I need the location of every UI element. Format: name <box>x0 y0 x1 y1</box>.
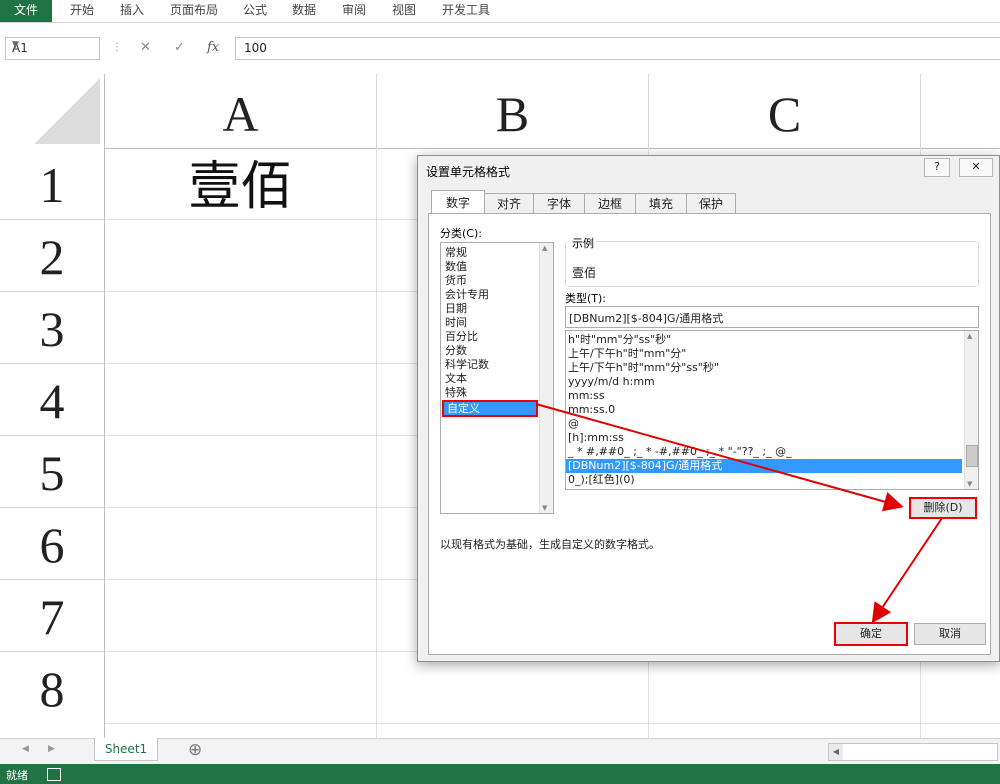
macro-record-icon[interactable] <box>47 768 61 781</box>
type-item[interactable]: @ <box>568 417 579 431</box>
ribbon-tabs: 文件 开始 插入 页面布局 公式 数据 审阅 视图 开发工具 <box>0 0 1000 23</box>
help-button[interactable]: ? <box>924 158 950 177</box>
column-header-d[interactable] <box>921 74 1000 149</box>
row-header-5[interactable]: 5 <box>0 436 105 508</box>
sample-group <box>565 241 979 287</box>
category-item[interactable]: 会计专用 <box>445 288 489 302</box>
number-tab-panel: 分类(C): 常规 数值 货币 会计专用 日期 时间 百分比 分数 科学记数 文… <box>428 213 991 655</box>
category-scrollbar[interactable]: ▲ ▼ <box>539 243 553 513</box>
delete-button[interactable]: 删除(D) <box>909 497 977 519</box>
dialog-title: 设置单元格格式 <box>426 165 511 179</box>
cancel-button[interactable]: 取消 <box>914 623 986 645</box>
row-header-1[interactable]: 1 <box>0 148 105 220</box>
type-input[interactable]: [DBNum2][$-804]G/通用格式 <box>565 306 979 328</box>
sample-label: 示例 <box>570 235 596 251</box>
row-header-7[interactable]: 7 <box>0 580 105 652</box>
tab-home[interactable]: 开始 <box>70 0 94 22</box>
scroll-down-icon[interactable]: ▼ <box>542 504 547 512</box>
type-item[interactable]: [h]:mm:ss <box>568 431 624 445</box>
select-all-button[interactable] <box>0 74 105 149</box>
formula-value: 100 <box>244 41 267 55</box>
format-note: 以现有格式为基础，生成自定义的数字格式。 <box>440 538 660 551</box>
scroll-right-icon[interactable]: ▶ <box>48 744 55 754</box>
row-header-2[interactable]: 2 <box>0 220 105 292</box>
type-item[interactable]: yyyy/m/d h:mm <box>568 375 655 389</box>
tab-review[interactable]: 审阅 <box>342 0 366 22</box>
gridline <box>376 148 377 738</box>
row-header-8[interactable]: 8 <box>0 652 105 739</box>
column-header-c[interactable]: C <box>649 74 921 149</box>
chevron-down-icon[interactable]: ▼ <box>12 40 95 50</box>
type-item[interactable]: 上午/下午h"时"mm"分"ss"秒" <box>568 361 719 375</box>
type-list-scrollbar[interactable]: ▲ ▼ <box>964 331 978 489</box>
enter-icon[interactable]: ✓ <box>174 40 185 55</box>
tab-font[interactable]: 字体 <box>533 193 585 214</box>
close-button[interactable]: ✕ <box>959 158 993 177</box>
tab-file[interactable]: 文件 <box>0 0 52 22</box>
horizontal-scrollbar[interactable]: ◀ <box>828 743 998 761</box>
type-list[interactable]: h"时"mm"分"ss"秒" 上午/下午h"时"mm"分" 上午/下午h"时"m… <box>565 330 979 490</box>
type-item[interactable]: 上午/下午h"时"mm"分" <box>568 347 686 361</box>
tab-protection[interactable]: 保护 <box>686 193 736 214</box>
row-header-4[interactable]: 4 <box>0 364 105 436</box>
type-item[interactable]: mm:ss <box>568 389 605 403</box>
type-item[interactable]: mm:ss.0 <box>568 403 615 417</box>
scroll-down-icon[interactable]: ▼ <box>967 480 972 488</box>
tab-developer[interactable]: 开发工具 <box>442 0 490 22</box>
scroll-left-arrow-icon[interactable]: ◀ <box>829 744 843 760</box>
scroll-up-icon[interactable]: ▲ <box>967 332 972 340</box>
tab-insert[interactable]: 插入 <box>120 0 144 22</box>
category-item[interactable]: 百分比 <box>445 330 478 344</box>
tab-page-layout[interactable]: 页面布局 <box>170 0 218 22</box>
category-item[interactable]: 数值 <box>445 260 467 274</box>
category-item[interactable]: 文本 <box>445 372 467 386</box>
type-label: 类型(T): <box>565 292 607 305</box>
sample-value: 壹佰 <box>572 266 597 280</box>
scroll-left-icon[interactable]: ◀ <box>22 744 29 754</box>
add-sheet-icon[interactable]: ⊕ <box>188 740 202 760</box>
cancel-icon[interactable]: ✕ <box>140 40 151 55</box>
tab-data[interactable]: 数据 <box>292 0 316 22</box>
category-item[interactable]: 日期 <box>445 302 467 316</box>
tab-view[interactable]: 视图 <box>392 0 416 22</box>
category-item[interactable]: 分数 <box>445 344 467 358</box>
type-input-value: [DBNum2][$-804]G/通用格式 <box>569 312 724 325</box>
type-item-selected[interactable]: [DBNum2][$-804]G/通用格式 <box>566 459 962 473</box>
tab-border[interactable]: 边框 <box>584 193 636 214</box>
insert-function-icon[interactable]: fx <box>207 40 219 55</box>
category-item[interactable]: 科学记数 <box>445 358 489 372</box>
category-label: 分类(C): <box>440 227 482 240</box>
column-header-b[interactable]: B <box>377 74 649 149</box>
category-item[interactable]: 特殊 <box>445 386 467 400</box>
tab-number[interactable]: 数字 <box>431 190 485 215</box>
tab-alignment[interactable]: 对齐 <box>484 193 534 214</box>
scroll-up-icon[interactable]: ▲ <box>542 244 547 252</box>
category-item[interactable]: 常规 <box>445 246 467 260</box>
status-text: 就绪 <box>6 769 28 782</box>
type-item[interactable]: _ * #,##0_ ;_ * -#,##0_ ;_ * "-"??_ ;_ @… <box>568 445 792 459</box>
format-cells-dialog: 设置单元格格式 ? ✕ 数字 对齐 字体 边框 填充 保护 分类(C): 常规 … <box>417 155 1000 662</box>
type-item[interactable]: h"时"mm"分"ss"秒" <box>568 333 671 347</box>
row-header-3[interactable]: 3 <box>0 292 105 364</box>
gridline <box>105 723 1000 724</box>
scroll-thumb[interactable] <box>966 445 978 467</box>
category-list[interactable]: 常规 数值 货币 会计专用 日期 时间 百分比 分数 科学记数 文本 特殊 自定… <box>440 242 554 514</box>
category-item-selected[interactable]: 自定义 <box>442 400 538 417</box>
more-icon: ⋮ <box>112 42 122 53</box>
formula-input[interactable]: 100 <box>235 37 1000 60</box>
column-header-a[interactable]: A <box>105 74 377 149</box>
tab-formulas[interactable]: 公式 <box>243 0 267 22</box>
ok-button[interactable]: 确定 <box>834 622 908 646</box>
sheet-tab-sheet1[interactable]: Sheet1 <box>94 738 158 761</box>
cell-a1[interactable]: 壹佰 <box>105 149 376 219</box>
row-header-6[interactable]: 6 <box>0 508 105 580</box>
category-item[interactable]: 货币 <box>445 274 467 288</box>
name-box[interactable]: A1 ▼ <box>5 37 100 60</box>
type-item[interactable]: 0_);[红色](0) <box>568 473 635 487</box>
status-bar: 就绪 <box>0 764 1000 784</box>
tab-fill[interactable]: 填充 <box>635 193 687 214</box>
category-item[interactable]: 时间 <box>445 316 467 330</box>
